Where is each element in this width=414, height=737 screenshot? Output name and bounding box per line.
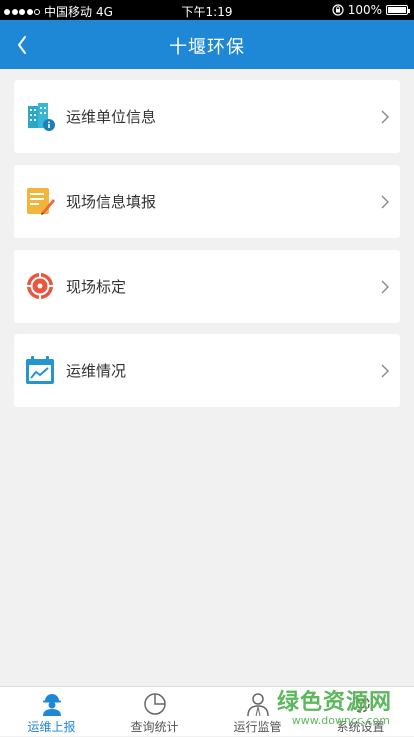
chevron-right-icon — [381, 364, 389, 378]
status-right: 100% — [332, 3, 410, 17]
menu-label: 现场信息填报 — [66, 193, 157, 211]
status-bar: 中国移动 4G 下午1:19 100% — [0, 0, 414, 20]
tab-maintenance-report[interactable]: 运维上报 — [0, 687, 103, 737]
menu-item-maintenance-status[interactable]: 运维情况 — [14, 334, 400, 407]
watermark: 绿色资源网 www.downcc.com — [276, 684, 396, 736]
notepad-pen-icon — [27, 188, 55, 215]
calendar-chart-icon — [26, 356, 54, 384]
chevron-right-icon — [381, 195, 389, 209]
battery-icon — [386, 5, 410, 15]
menu-label: 现场标定 — [66, 278, 127, 296]
watermark-url: www.downcc.com — [291, 714, 390, 727]
menu-label: 运维单位信息 — [66, 108, 157, 126]
menu-item-field-report[interactable]: 现场信息填报 — [14, 165, 400, 238]
tab-label: 运维上报 — [27, 720, 76, 734]
pie-chart-icon — [144, 693, 166, 715]
nav-bar: 十堰环保 — [0, 20, 414, 69]
menu-item-calibration[interactable]: 现场标定 — [14, 250, 400, 323]
rotation-lock-icon — [332, 4, 344, 16]
target-pin-icon — [26, 272, 54, 300]
building-info-icon — [28, 103, 55, 131]
watermark-text: 绿色资源网 — [276, 690, 392, 715]
chevron-right-icon — [381, 280, 389, 294]
worker-icon — [43, 694, 61, 716]
tab-query-stats[interactable]: 查询统计 — [103, 687, 206, 737]
battery-percent: 100% — [347, 3, 382, 17]
person-icon — [247, 693, 269, 717]
menu-label: 运维情况 — [66, 362, 127, 380]
tab-label: 查询统计 — [130, 720, 179, 734]
page-title: 十堰环保 — [169, 37, 245, 58]
menu-item-unit-info[interactable]: 运维单位信息 — [14, 80, 400, 153]
chevron-right-icon — [381, 110, 389, 124]
